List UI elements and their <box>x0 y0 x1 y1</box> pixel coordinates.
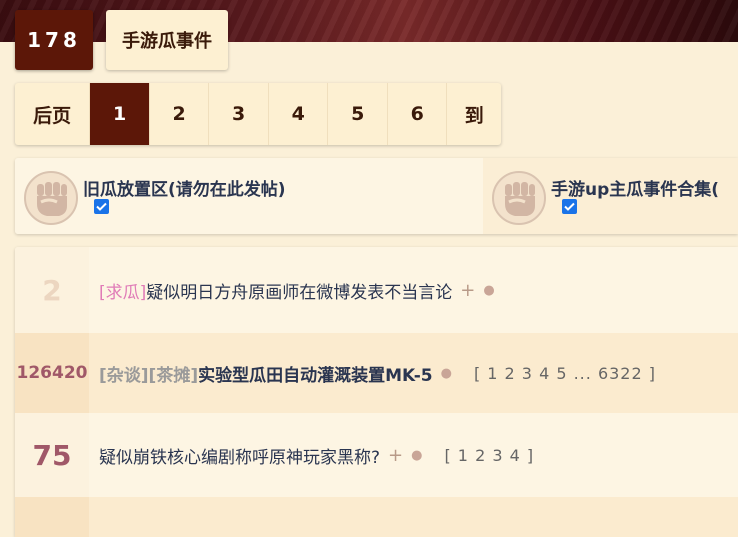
checkbox-checked-icon[interactable] <box>94 199 109 214</box>
thread-row: 126420 [杂谈] [茶摊] 实验型瓜田自动灌溉装置MK-5 ● [ 1 2… <box>15 333 738 413</box>
thread-tag[interactable]: [求瓜] <box>99 278 146 303</box>
plus-icon[interactable]: + <box>460 280 475 301</box>
subforum-item: 手游up主瓜事件合集( <box>483 158 738 234</box>
dot-icon: ● <box>411 447 423 463</box>
goto-page-button[interactable]: 到 <box>447 83 501 145</box>
reply-count: 2 <box>15 247 89 333</box>
reply-count: 126420 <box>15 333 89 413</box>
thread-title-area: [求瓜] 疑似明日方舟原画师在微博发表不当言论 + ● <box>89 278 495 303</box>
thread-row: 75 疑似崩铁核心编剧称呼原神玩家黑称? + ● [ 1 2 3 4 ] <box>15 413 738 497</box>
thread-tag[interactable]: [茶摊] <box>149 361 199 386</box>
page-button-5[interactable]: 5 <box>328 83 388 145</box>
fist-logo-icon <box>24 171 78 225</box>
thread-title[interactable]: 疑似明日方舟原画师在微博发表不当言论 <box>146 278 452 303</box>
subforum-item: 旧瓜放置区(请勿在此发帖) <box>15 158 483 234</box>
page-button-1[interactable]: 1 <box>90 83 150 145</box>
thread-page-links[interactable]: [ 1 2 3 4 ] <box>444 446 534 465</box>
thread-tag[interactable]: [杂谈] <box>99 361 149 386</box>
thread-title[interactable]: 疑似崩铁核心编剧称呼原神玩家黑称? <box>99 443 380 468</box>
thread-row <box>15 497 738 537</box>
thread-row: 2 [求瓜] 疑似明日方舟原画师在微博发表不当言论 + ● <box>15 247 738 333</box>
forum-name-tab[interactable]: 手游瓜事件 <box>106 10 228 70</box>
reply-count: 75 <box>15 413 89 497</box>
thread-page-links[interactable]: [ 1 2 3 4 5 ... 6322 ] <box>474 364 656 383</box>
subforum-name[interactable]: 手游up主瓜事件合集( <box>551 175 719 200</box>
dot-icon: ● <box>440 365 452 381</box>
dot-icon: ● <box>483 282 495 298</box>
page-button-3[interactable]: 3 <box>209 83 269 145</box>
plus-icon[interactable]: + <box>388 445 403 466</box>
thread-title-area: [杂谈] [茶摊] 实验型瓜田自动灌溉装置MK-5 ● [ 1 2 3 4 5 … <box>89 361 656 386</box>
reply-count <box>15 497 89 537</box>
page-button-4[interactable]: 4 <box>269 83 329 145</box>
page-button-6[interactable]: 6 <box>388 83 448 145</box>
thread-list: 2 [求瓜] 疑似明日方舟原画师在微博发表不当言论 + ● 126420 [杂谈… <box>15 247 738 537</box>
pagination: 后页 1 2 3 4 5 6 到 <box>15 83 501 145</box>
thread-title[interactable]: 实验型瓜田自动灌溉装置MK-5 <box>198 361 433 386</box>
fist-logo-icon <box>492 171 546 225</box>
forum-id-badge[interactable]: 178 <box>15 10 93 70</box>
page-button-2[interactable]: 2 <box>150 83 210 145</box>
subforum-bar: 旧瓜放置区(请勿在此发帖) 手游up主瓜事件合集( <box>15 158 738 234</box>
subforum-name[interactable]: 旧瓜放置区(请勿在此发帖) <box>83 175 286 200</box>
prev-page-button[interactable]: 后页 <box>15 83 91 145</box>
checkbox-checked-icon[interactable] <box>562 199 577 214</box>
thread-title-area: 疑似崩铁核心编剧称呼原神玩家黑称? + ● [ 1 2 3 4 ] <box>89 443 534 468</box>
